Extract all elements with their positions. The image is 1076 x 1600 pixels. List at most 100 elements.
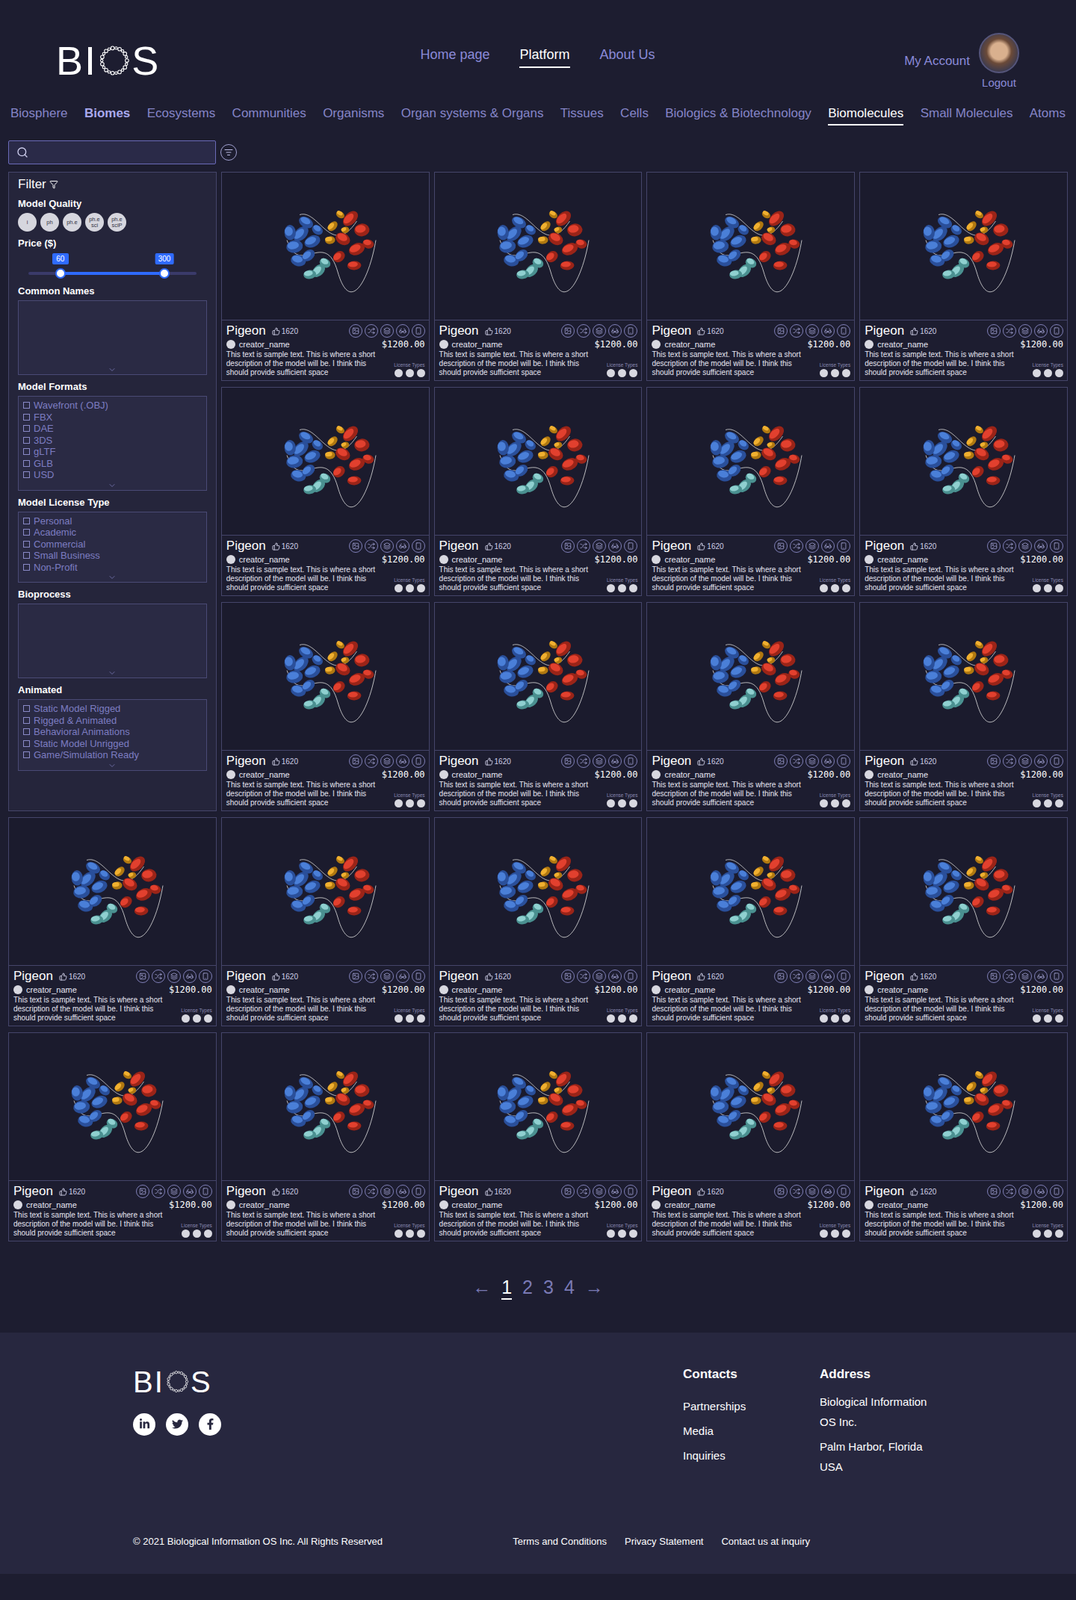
- checkbox[interactable]: [23, 437, 30, 444]
- checkbox-item[interactable]: Game/Simulation Ready: [23, 749, 202, 762]
- creator[interactable]: creator_name: [13, 985, 77, 995]
- model-card[interactable]: Pigeon1620creator_name$1200.00This text …: [434, 817, 643, 1027]
- page-number[interactable]: 3: [543, 1277, 554, 1301]
- checkbox[interactable]: [23, 471, 30, 479]
- nav-item[interactable]: Platform: [519, 47, 570, 68]
- search-field[interactable]: [8, 140, 216, 165]
- checkbox-item[interactable]: Commercial: [23, 538, 202, 551]
- creator[interactable]: creator_name: [226, 555, 290, 565]
- checkbox-item[interactable]: Non-Profit: [23, 561, 202, 574]
- model-title[interactable]: Pigeon: [439, 753, 479, 769]
- model-title[interactable]: Pigeon: [439, 969, 479, 985]
- model-image[interactable]: [647, 818, 855, 967]
- legal-link[interactable]: Privacy Statement: [624, 1536, 704, 1548]
- chevron-down-icon[interactable]: [107, 668, 117, 678]
- filter-box[interactable]: [17, 300, 207, 376]
- model-card[interactable]: Pigeon1620creator_name$1200.00This text …: [646, 1032, 855, 1242]
- like-count[interactable]: 1620: [910, 542, 937, 551]
- checkbox-item[interactable]: Academic: [23, 526, 202, 539]
- model-title[interactable]: Pigeon: [864, 323, 905, 339]
- like-count[interactable]: 1620: [271, 972, 299, 982]
- model-card[interactable]: Pigeon1620creator_name$1200.00This text …: [8, 1032, 217, 1242]
- model-card[interactable]: Pigeon1620creator_name$1200.00This text …: [434, 602, 643, 812]
- category-tab[interactable]: Organisms: [322, 106, 385, 126]
- creator[interactable]: creator_name: [439, 1200, 503, 1210]
- quality-option[interactable]: ph: [40, 212, 60, 232]
- checkbox[interactable]: [23, 705, 30, 713]
- checkbox[interactable]: [23, 717, 30, 725]
- quality-option[interactable]: i: [17, 212, 37, 232]
- model-card[interactable]: Pigeon1620creator_name$1200.00This text …: [434, 387, 643, 597]
- legal-link[interactable]: Terms and Conditions: [512, 1536, 607, 1548]
- filter-toggle-button[interactable]: [220, 144, 237, 161]
- twitter-icon[interactable]: [165, 1413, 189, 1437]
- model-title[interactable]: Pigeon: [651, 1184, 692, 1200]
- creator[interactable]: creator_name: [651, 770, 716, 780]
- model-title[interactable]: Pigeon: [13, 1184, 54, 1200]
- model-image[interactable]: [434, 1033, 642, 1182]
- creator[interactable]: creator_name: [439, 555, 503, 565]
- checkbox-item[interactable]: GLB: [23, 458, 202, 471]
- checkbox-item[interactable]: gLTF: [23, 446, 202, 459]
- model-image[interactable]: [647, 172, 855, 321]
- price-slider[interactable]: 60300: [28, 271, 197, 275]
- checkbox[interactable]: [23, 425, 30, 432]
- model-card[interactable]: Pigeon1620creator_name$1200.00This text …: [646, 602, 855, 812]
- checkbox-item[interactable]: 3DS: [23, 434, 202, 447]
- creator[interactable]: creator_name: [864, 770, 929, 780]
- like-count[interactable]: 1620: [59, 1188, 86, 1197]
- like-count[interactable]: 1620: [59, 972, 86, 982]
- category-tab[interactable]: Cells: [620, 106, 649, 126]
- next-page-button[interactable]: →: [585, 1277, 604, 1301]
- model-card[interactable]: Pigeon1620creator_name$1200.00This text …: [859, 387, 1068, 597]
- model-image[interactable]: [434, 387, 642, 536]
- search-input[interactable]: [34, 145, 208, 160]
- like-count[interactable]: 1620: [697, 327, 724, 336]
- model-title[interactable]: Pigeon: [864, 1184, 905, 1200]
- like-count[interactable]: 1620: [910, 1188, 937, 1197]
- slider-thumb[interactable]: [159, 268, 170, 279]
- checkbox-item[interactable]: DAE: [23, 422, 202, 435]
- category-tab[interactable]: Ecosystems: [147, 106, 216, 126]
- nav-item[interactable]: About Us: [600, 47, 656, 68]
- like-count[interactable]: 1620: [910, 972, 937, 982]
- creator[interactable]: creator_name: [864, 339, 929, 349]
- like-count[interactable]: 1620: [697, 972, 724, 982]
- model-card[interactable]: Pigeon1620creator_name$1200.00This text …: [221, 817, 430, 1027]
- creator[interactable]: creator_name: [226, 339, 290, 349]
- legal-link[interactable]: Contact us at inquiry: [721, 1536, 810, 1548]
- model-image[interactable]: [434, 603, 642, 751]
- model-image[interactable]: [860, 1033, 1068, 1182]
- category-tab[interactable]: Organ systems & Organs: [401, 106, 544, 126]
- checkbox[interactable]: [23, 517, 30, 525]
- model-card[interactable]: Pigeon1620creator_name$1200.00This text …: [221, 602, 430, 812]
- creator[interactable]: creator_name: [651, 985, 716, 995]
- model-card[interactable]: Pigeon1620creator_name$1200.00This text …: [859, 602, 1068, 812]
- model-image[interactable]: [860, 818, 1068, 967]
- model-title[interactable]: Pigeon: [439, 538, 479, 554]
- checkbox[interactable]: [23, 740, 30, 748]
- creator[interactable]: creator_name: [864, 555, 929, 565]
- checkbox[interactable]: [23, 728, 30, 736]
- like-count[interactable]: 1620: [271, 542, 299, 551]
- checkbox[interactable]: [23, 529, 30, 536]
- page-number[interactable]: 4: [564, 1277, 575, 1301]
- model-title[interactable]: Pigeon: [226, 323, 267, 339]
- model-image[interactable]: [221, 172, 429, 321]
- creator[interactable]: creator_name: [864, 1200, 929, 1210]
- prev-page-button[interactable]: ←: [472, 1277, 491, 1301]
- logo[interactable]: BIS: [133, 1367, 683, 1398]
- model-image[interactable]: [221, 1033, 429, 1182]
- model-card[interactable]: Pigeon1620creator_name$1200.00This text …: [221, 387, 430, 597]
- like-count[interactable]: 1620: [484, 1188, 512, 1197]
- category-tab[interactable]: Biomes: [84, 106, 131, 126]
- model-image[interactable]: [647, 387, 855, 536]
- creator[interactable]: creator_name: [226, 1200, 290, 1210]
- footer-link[interactable]: Inquiries: [682, 1449, 820, 1463]
- model-title[interactable]: Pigeon: [226, 753, 267, 769]
- footer-link[interactable]: Partnerships: [682, 1400, 820, 1413]
- chevron-down-icon[interactable]: [107, 481, 117, 491]
- chevron-down-icon[interactable]: [107, 365, 117, 375]
- checkbox-item[interactable]: USD: [23, 469, 202, 482]
- model-image[interactable]: [8, 1033, 216, 1182]
